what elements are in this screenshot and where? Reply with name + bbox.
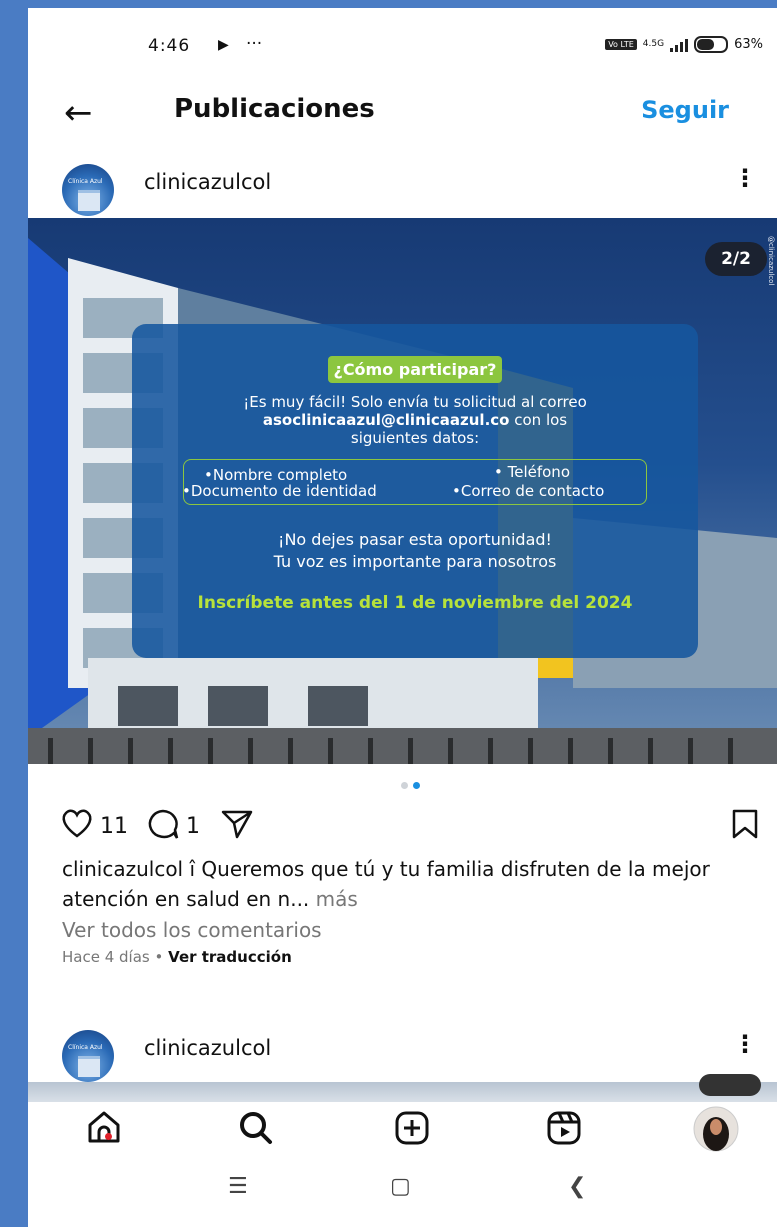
recent-apps-icon[interactable]: ☰ xyxy=(228,1174,248,1199)
requirement-item: •Correo de contacto xyxy=(452,482,605,500)
battery-percent: 63% xyxy=(734,37,763,52)
post-username[interactable]: clinicazulcol xyxy=(144,170,271,194)
translate-link[interactable]: Ver traducción xyxy=(168,948,292,966)
back-nav-icon[interactable]: ❮ xyxy=(568,1174,586,1199)
notification-dot xyxy=(105,1133,112,1140)
bottom-nav xyxy=(28,1102,777,1162)
status-bar: 4:46 ▶ ··· Vo LTE 4.5G 63% xyxy=(28,8,777,78)
carousel-dot xyxy=(401,782,408,789)
follow-button[interactable]: Seguir xyxy=(641,96,729,124)
post-image[interactable]: 2/2 @clinicazulcol ¿Cómo participar? ¡Es… xyxy=(28,218,777,764)
signal-icon xyxy=(670,38,689,52)
battery-icon xyxy=(694,36,729,53)
avatar[interactable]: Clínica Azul xyxy=(62,164,114,216)
carousel-indicator xyxy=(401,782,420,789)
status-icons: Vo LTE 4.5G 63% xyxy=(605,36,763,53)
avatar-logo-text: Clínica Azul xyxy=(68,178,103,185)
reels-icon[interactable] xyxy=(546,1110,582,1150)
watermark: @clinicazulcol xyxy=(767,236,775,286)
top-bar: ← Publicaciones Seguir xyxy=(28,84,777,144)
home-icon[interactable] xyxy=(86,1110,122,1148)
comment-icon[interactable] xyxy=(146,808,180,846)
home-button-icon[interactable]: ▢ xyxy=(390,1174,411,1199)
post-time-ago: Hace 4 días xyxy=(62,948,150,966)
status-time: 4:46 xyxy=(148,36,191,56)
system-nav-bar: ☰ ▢ ❮ xyxy=(28,1168,777,1227)
next-post-username[interactable]: clinicazulcol xyxy=(144,1036,271,1060)
heart-icon[interactable] xyxy=(60,808,94,844)
more-options-icon[interactable]: ⋮ xyxy=(733,1030,757,1058)
card-email: asoclinicaazul@clinicaazul.co xyxy=(262,411,510,429)
meta-separator: • xyxy=(154,948,164,966)
card-cta: ¡No dejes pasar esta oportunidad! Tu voz… xyxy=(273,530,557,571)
media-play-icon: ▶ xyxy=(218,37,229,53)
image-counter: 2/2 xyxy=(705,242,767,276)
caption-more-link[interactable]: más xyxy=(309,887,358,911)
app-screen: 4:46 ▶ ··· Vo LTE 4.5G 63% ← Publicacion… xyxy=(28,8,777,1227)
bookmark-icon[interactable] xyxy=(731,808,759,846)
page-title: Publicaciones xyxy=(174,94,375,124)
search-icon[interactable] xyxy=(238,1110,274,1150)
card-intro-end: siguientes datos: xyxy=(350,429,480,447)
data-requirements-box: •Nombre completo • Teléfono •Documento d… xyxy=(182,459,647,505)
requirement-item: • Teléfono xyxy=(494,463,570,481)
requirement-item: •Documento de identidad xyxy=(182,482,377,500)
post-meta: Hace 4 días • Ver traducción xyxy=(62,948,292,966)
post-header: Clínica Azul clinicazulcol ⋮ xyxy=(28,158,777,218)
avatar-logo-text: Clínica Azul xyxy=(68,1044,103,1051)
comments-count[interactable]: 1 xyxy=(186,814,200,839)
view-comments-link[interactable]: Ver todos los comentarios xyxy=(62,918,322,942)
network-type: 4.5G xyxy=(642,39,665,49)
card-heading: ¿Cómo participar? xyxy=(327,356,503,383)
post-caption: clinicazulcol î Queremos que tú y tu fam… xyxy=(62,854,772,914)
caption-username[interactable]: clinicazulcol xyxy=(62,857,183,881)
carousel-dot-active xyxy=(413,782,420,789)
post-actions: 11 1 xyxy=(28,804,777,850)
more-notifications-icon: ··· xyxy=(246,34,263,54)
create-post-icon[interactable] xyxy=(394,1110,430,1150)
volte-badge: Vo LTE xyxy=(605,39,637,50)
info-card: ¿Cómo participar? ¡Es muy fácil! Solo en… xyxy=(132,324,698,658)
more-options-icon[interactable]: ⋮ xyxy=(733,164,757,192)
share-icon[interactable] xyxy=(220,808,254,846)
likes-count[interactable]: 11 xyxy=(100,814,128,839)
avatar[interactable]: Clínica Azul xyxy=(62,1030,114,1082)
card-intro: ¡Es muy fácil! Solo envía tu solicitud a… xyxy=(243,393,587,411)
arrow-left-icon[interactable]: ← xyxy=(64,96,93,130)
card-email-line: asoclinicaazul@clinicaazul.co con los xyxy=(262,411,568,429)
next-post-header: Clínica Azul clinicazulcol ⋮ xyxy=(28,1024,777,1084)
card-deadline: Inscríbete antes del 1 de noviembre del … xyxy=(197,593,633,613)
profile-avatar[interactable] xyxy=(693,1106,739,1156)
